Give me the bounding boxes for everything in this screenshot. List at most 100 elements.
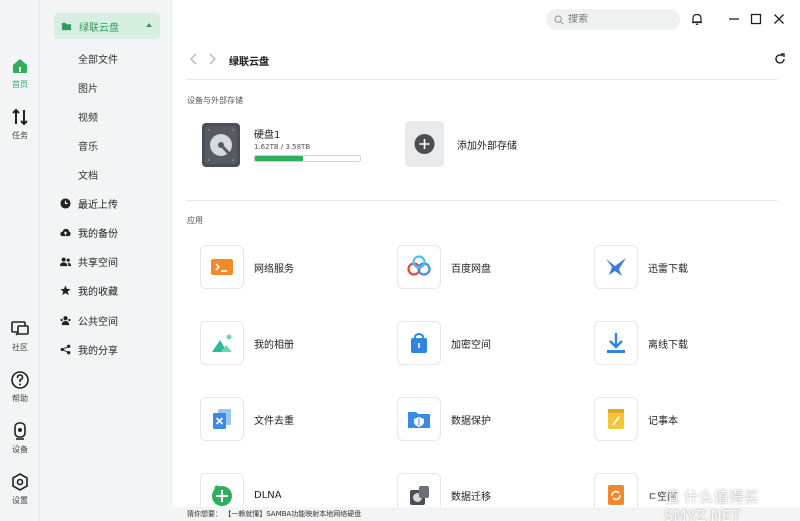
app-label: 百度网盘: [451, 263, 491, 275]
sidebar-head-cloud[interactable]: 绿联云盘: [54, 13, 160, 39]
sidebar-item-music[interactable]: 音乐: [78, 138, 98, 153]
app-network-service[interactable]: 网络服务: [200, 245, 294, 289]
rail-home[interactable]: 首页: [0, 56, 40, 90]
rail-settings-label: 设置: [12, 496, 28, 505]
dedupe-icon: [213, 409, 231, 429]
rail-device[interactable]: 设备: [0, 421, 40, 455]
rail-device-label: 设备: [12, 445, 28, 454]
add-storage-label[interactable]: 添加外部存储: [457, 137, 517, 152]
notepad-icon: [608, 409, 624, 429]
sidebar-item-label: 我的分享: [78, 346, 118, 357]
suggestion-text[interactable]: 猜你想要： 【一赖就懂】SAMBA功能映射本地网络硬盘: [187, 510, 361, 518]
rail-tasks[interactable]: 任务: [0, 107, 40, 141]
sidebar-item-public[interactable]: 公共空间: [60, 313, 118, 328]
app-label: 文件去重: [254, 415, 294, 427]
migrate-icon: [410, 486, 429, 505]
app-label: 离线下载: [648, 339, 688, 351]
baidu-icon: [407, 255, 431, 276]
sidebar-item-label: 我的备份: [78, 229, 118, 240]
sidebar: 绿联云盘 全部文件 图片 视频 音乐 文档 最近上传 我的备份 共享空间 我的收…: [40, 0, 173, 521]
sidebar-item-all-files[interactable]: 全部文件: [78, 51, 118, 66]
app-notepad[interactable]: 记事本: [594, 397, 678, 441]
search-box[interactable]: [546, 9, 680, 30]
watermark: 值 什么值得买 SMYZ.NET: [664, 488, 759, 521]
app-my-album[interactable]: 我的相册: [200, 321, 294, 365]
sync-doc-icon: [608, 485, 624, 505]
users-icon: [60, 257, 71, 267]
shield-folder-icon: [408, 412, 430, 428]
maximize-icon[interactable]: [749, 12, 763, 26]
sidebar-item-label: 我的收藏: [78, 287, 118, 298]
sidebar-item-recent[interactable]: 最近上传: [60, 196, 118, 211]
thunder-bird-icon: [606, 258, 626, 276]
app-label: 记事本: [648, 415, 678, 427]
add-storage-button[interactable]: [405, 121, 444, 167]
refresh-icon[interactable]: [774, 53, 786, 65]
settings-icon: [12, 473, 28, 491]
forward-arrow-icon[interactable]: [207, 53, 217, 65]
app-thunder-download[interactable]: 迅雷下载: [594, 245, 688, 289]
sidebar-item-backup[interactable]: 我的备份: [60, 225, 118, 240]
rail-tasks-label: 任务: [12, 131, 28, 140]
app-offline-download[interactable]: 离线下载: [594, 321, 688, 365]
sidebar-item-label: 公共空间: [78, 317, 118, 328]
cloud-upload-icon: [60, 228, 71, 237]
app-label: 我的相册: [254, 339, 294, 351]
disk-usage-fill: [255, 156, 303, 161]
rail-home-label: 首页: [12, 80, 28, 89]
clock-icon: [60, 198, 71, 209]
apps-section-title: 应用: [187, 216, 203, 225]
hard-disk-icon[interactable]: [202, 123, 240, 167]
app-label: 数据保护: [451, 415, 491, 427]
sidebar-item-label: 最近上传: [78, 200, 118, 211]
app-baidu-netdisk[interactable]: 百度网盘: [397, 245, 491, 289]
sidebar-item-pictures[interactable]: 图片: [78, 80, 98, 95]
app-file-dedupe[interactable]: 文件去重: [200, 397, 294, 441]
sidebar-item-shared[interactable]: 共享空间: [60, 254, 118, 269]
sidebar-item-my-shares[interactable]: 我的分享: [60, 342, 118, 357]
minimize-icon[interactable]: [727, 12, 741, 26]
sidebar-head-label: 绿联云盘: [79, 22, 119, 34]
rail-community[interactable]: 社区: [0, 319, 40, 353]
app-label: 数据迁移: [451, 491, 491, 503]
photo-icon: [212, 334, 232, 352]
storage-section-title: 设备与外部存储: [187, 96, 243, 105]
lock-bag-icon: [411, 333, 427, 353]
divider: [186, 200, 778, 201]
bell-icon[interactable]: [690, 12, 704, 26]
caret-up-icon[interactable]: [146, 23, 152, 27]
rail-community-label: 社区: [12, 343, 28, 352]
app-data-protection[interactable]: 数据保护: [397, 397, 491, 441]
rail-settings[interactable]: 设置: [0, 472, 40, 506]
terminal-icon: [211, 259, 233, 275]
share-icon: [60, 344, 71, 355]
app-encrypted-space[interactable]: 加密空间: [397, 321, 491, 365]
app-label: DLNA: [254, 489, 282, 501]
home-icon: [13, 59, 27, 73]
disk-usage-bar: [254, 155, 361, 162]
sidebar-item-label: 共享空间: [78, 258, 118, 269]
sidebar-item-videos[interactable]: 视频: [78, 109, 98, 124]
sidebar-item-favorites[interactable]: 我的收藏: [60, 283, 118, 298]
chat-icon: [11, 321, 29, 336]
dlna-icon: [212, 485, 232, 506]
folder-icon: [61, 22, 72, 30]
app-label: 网络服务: [254, 263, 294, 275]
back-arrow-icon[interactable]: [189, 53, 199, 65]
search-icon: [554, 14, 564, 25]
rail-help-label: 帮助: [12, 394, 28, 403]
sidebar-item-documents[interactable]: 文档: [78, 167, 98, 182]
device-icon: [14, 422, 26, 440]
star-icon: [60, 285, 71, 296]
nav-rail: 首页 任务 社区 帮助 设备 设置: [0, 0, 40, 521]
group-icon: [60, 316, 71, 326]
search-input[interactable]: [568, 14, 668, 25]
disk-name[interactable]: 硬盘1: [254, 126, 280, 141]
help-icon: [11, 371, 29, 389]
disk-usage: 1.62TB / 3.58TB: [254, 143, 311, 151]
rail-help[interactable]: 帮助: [0, 370, 40, 404]
plus-circle-icon: [414, 134, 435, 154]
app-label: 迅雷下载: [648, 263, 688, 275]
download-icon: [607, 333, 625, 353]
close-icon[interactable]: [772, 12, 786, 26]
